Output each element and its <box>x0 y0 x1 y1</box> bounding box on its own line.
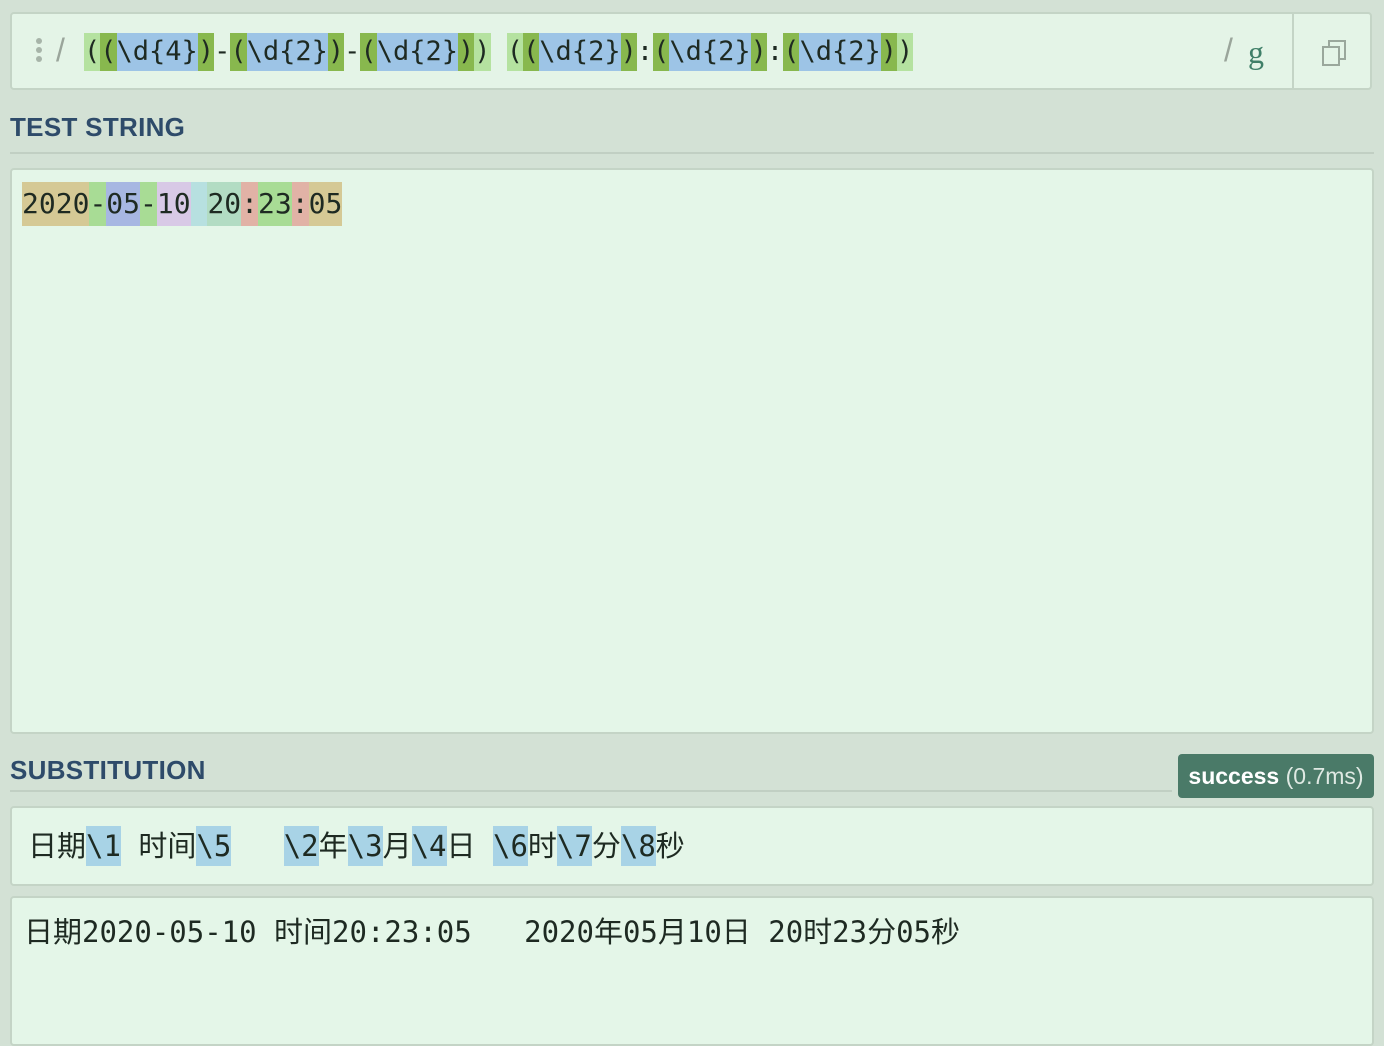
drag-handle-icon[interactable] <box>36 38 44 64</box>
regex-token: ) <box>750 33 767 71</box>
substitution-editor[interactable]: 日期 \1 时间 \5 \2 年 \3 月 \4 日 \6 时 \7 分 \8 秒 <box>10 806 1374 886</box>
substitution-literal: 日 <box>446 829 493 863</box>
regex-flags[interactable]: g <box>1248 34 1264 71</box>
regex-token: \d{2} <box>246 33 328 71</box>
test-string-text[interactable]: 2020-05-10 20:23:05 <box>22 182 343 226</box>
substitution-result-text: 日期2020-05-10 时间20:23:05 2020年05月10日 20时2… <box>24 915 961 949</box>
regex-expression[interactable]: ((\d{4}) -(\d{2}) -(\d{2})) ((\d{2}):(\d{2… <box>84 32 914 72</box>
match-highlight: 05 <box>106 182 141 226</box>
regex-token: - <box>344 36 361 67</box>
regex-token: ) <box>457 33 475 71</box>
match-highlight: - <box>140 182 157 226</box>
substitution-literal: 月 <box>382 829 412 863</box>
regex-token: : <box>766 36 784 67</box>
regex-token: ) <box>620 33 637 71</box>
regex-token: ( <box>100 33 117 71</box>
substitution-literal: 时间 <box>120 829 197 863</box>
match-highlight: 05 <box>308 182 343 226</box>
substitution-literal: 年 <box>318 829 348 863</box>
regex-token: ( <box>783 33 800 71</box>
regex-token: ( <box>523 33 540 71</box>
substitution-pattern[interactable]: 日期 \1 时间 \5 \2 年 \3 月 \4 日 \6 时 \7 分 \8 秒 <box>28 826 685 866</box>
regex-token: \d{4} <box>116 33 198 71</box>
regex-token: \d{2} <box>539 33 621 71</box>
regex-token: ( <box>653 33 670 71</box>
regex-token: - <box>214 36 231 67</box>
copy-button[interactable] <box>1294 14 1372 90</box>
regex-token: ) <box>197 33 215 71</box>
divider <box>10 790 1172 792</box>
group-reference: \3 <box>347 826 383 866</box>
regex-token: \d{2} <box>669 33 751 71</box>
regex-token: ) <box>897 33 914 71</box>
substitution-title: SUBSTITUTION <box>10 755 206 785</box>
group-reference: \5 <box>196 826 232 866</box>
match-highlight: : <box>241 182 259 226</box>
match-highlight <box>190 182 208 226</box>
substitution-result: 日期2020-05-10 时间20:23:05 2020年05月10日 20时2… <box>10 896 1374 1046</box>
group-reference: \2 <box>283 826 319 866</box>
substitution-literal <box>231 826 283 866</box>
regex-token: : <box>636 36 654 67</box>
regex-input-bar[interactable]: / ((\d{4}) -(\d{2}) -(\d{2})) ((\d{2}):(\d… <box>10 12 1372 90</box>
match-highlight: 23 <box>258 182 292 226</box>
match-highlight: 2020 <box>22 182 90 226</box>
group-reference: \1 <box>86 826 121 866</box>
regex-close-delimiter: / <box>1224 32 1233 68</box>
copy-icon-front <box>1322 46 1340 66</box>
test-string-title: TEST STRING <box>10 112 186 142</box>
regex-token: \d{2} <box>799 33 881 71</box>
status-badge: success (0.7ms) <box>1178 754 1374 798</box>
substitution-literal: 秒 <box>655 829 685 863</box>
group-reference: \7 <box>556 826 592 866</box>
regex-token: ) <box>880 33 897 71</box>
regex-token: ) <box>327 33 345 71</box>
match-highlight: 10 <box>156 182 191 226</box>
group-reference: \6 <box>492 826 528 866</box>
match-highlight: 20 <box>207 182 242 226</box>
divider <box>10 152 1374 154</box>
substitution-literal: 分 <box>591 829 621 863</box>
group-reference: \4 <box>411 826 447 866</box>
match-highlight: - <box>89 182 107 226</box>
regex-token: \d{2} <box>376 33 458 71</box>
regex-open-delimiter: / <box>56 32 65 68</box>
regex-token <box>491 33 507 71</box>
group-reference: \8 <box>620 826 656 866</box>
match-highlight: : <box>291 182 309 226</box>
test-string-editor[interactable]: 2020-05-10 20:23:05 <box>10 168 1374 734</box>
status-label: success <box>1188 763 1280 789</box>
substitution-literal: 时 <box>527 829 557 863</box>
substitution-literal: 日期 <box>28 829 87 863</box>
regex-token: ( <box>360 33 377 71</box>
status-time: (0.7ms) <box>1285 763 1364 789</box>
regex-token: ( <box>230 33 247 71</box>
regex-token: ) <box>474 33 491 71</box>
regex-token: ( <box>506 33 524 71</box>
regex-token: ( <box>84 33 101 71</box>
